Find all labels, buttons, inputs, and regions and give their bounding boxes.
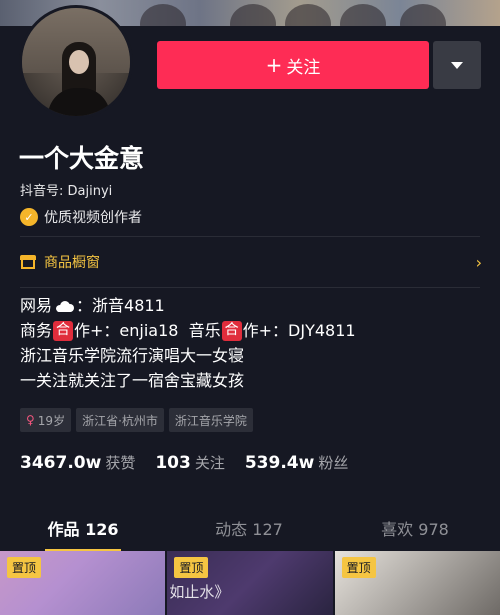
pinned-badge: 置顶 <box>341 557 376 578</box>
bio-line: 一关注就关注了一宿舍宝藏女孩 <box>20 371 245 390</box>
profile-tags: ♀ 19岁 浙江省·杭州市 浙江音乐学院 <box>20 408 253 432</box>
pinned-badge: 置顶 <box>174 557 209 578</box>
divider <box>20 287 480 288</box>
bio-line: 网易 ：浙音4811 <box>20 293 356 318</box>
he-emoji-icon: 合 <box>53 320 74 341</box>
likes-label: 获赞 <box>105 454 136 472</box>
bio-text: 作+：enjia18 音乐 <box>74 321 221 340</box>
bio-text: 作+：DJY4811 <box>242 321 356 340</box>
school-tag: 浙江音乐学院 <box>168 408 253 432</box>
age-tag: ♀ 19岁 <box>20 408 72 432</box>
cloud-icon <box>54 300 75 312</box>
age-label: 19岁 <box>37 413 66 428</box>
following-count[interactable]: 103 <box>155 453 191 473</box>
tab-likes[interactable]: 喜欢 978 <box>332 514 498 550</box>
bio-line: 商务 合 作+：enjia18 音乐 合 作+：DJY4811 <box>20 318 356 343</box>
shop-window-label: 商品橱窗 <box>44 255 100 271</box>
verification-label: 优质视频创作者 <box>44 210 142 226</box>
bio: 网易 ：浙音4811 商务 合 作+：enjia18 音乐 合 作+：DJY48… <box>20 293 356 393</box>
video-thumbnail[interactable]: 置顶 <box>334 551 500 615</box>
chevron-right-icon: › <box>475 252 482 272</box>
likes-count: 3467.0w <box>20 453 102 473</box>
video-thumbnail[interactable]: 置顶 <box>0 551 166 615</box>
profile-stats: 3467.0w 获赞 103 关注 539.4w 粉丝 <box>20 452 368 473</box>
bio-line: 浙江音乐学院流行演唱大一女寝 <box>20 346 245 365</box>
plus-icon: + <box>265 53 283 77</box>
follow-button[interactable]: + 关注 <box>157 41 429 89</box>
profile-tabs: 作品 126 动态 127 喜欢 978 <box>0 514 500 551</box>
tab-dynamics[interactable]: 动态 127 <box>166 514 332 550</box>
female-icon: ♀ <box>26 413 35 427</box>
he-emoji-icon: 合 <box>221 320 242 341</box>
shop-icon <box>20 255 36 269</box>
bio-text: ：浙音4811 <box>76 296 165 315</box>
caret-down-icon <box>451 61 463 69</box>
tab-works[interactable]: 作品 126 <box>0 514 166 551</box>
divider <box>20 236 480 237</box>
profile-name: 一个大金意 <box>19 144 145 173</box>
video-thumbnail[interactable]: 置顶 如止水》 <box>167 551 333 615</box>
tab-label: 喜欢 978 <box>381 520 449 539</box>
douyin-id: 抖音号: Dajinyi <box>20 184 113 199</box>
following-label[interactable]: 关注 <box>195 452 225 473</box>
follow-button-label: 关注 <box>286 57 321 78</box>
tab-label: 作品 126 <box>47 520 119 539</box>
video-grid: 置顶 置顶 如止水》 置顶 <box>0 551 500 615</box>
location-tag: 浙江省·杭州市 <box>76 408 164 432</box>
fans-label[interactable]: 粉丝 <box>318 452 348 473</box>
checkmark-icon: ✓ <box>20 208 38 226</box>
fans-count[interactable]: 539.4w <box>245 453 314 473</box>
video-caption: 如止水》 <box>169 583 230 601</box>
avatar[interactable] <box>19 5 133 119</box>
bio-text: 商务 <box>20 321 53 340</box>
more-options-button[interactable] <box>433 41 481 89</box>
verification-badge: ✓ 优质视频创作者 <box>20 207 142 227</box>
shop-window-row[interactable]: 商品橱窗 › <box>20 251 482 273</box>
pinned-badge: 置顶 <box>7 557 42 578</box>
tab-label: 动态 127 <box>215 520 283 539</box>
bio-text: 网易 <box>20 296 53 315</box>
